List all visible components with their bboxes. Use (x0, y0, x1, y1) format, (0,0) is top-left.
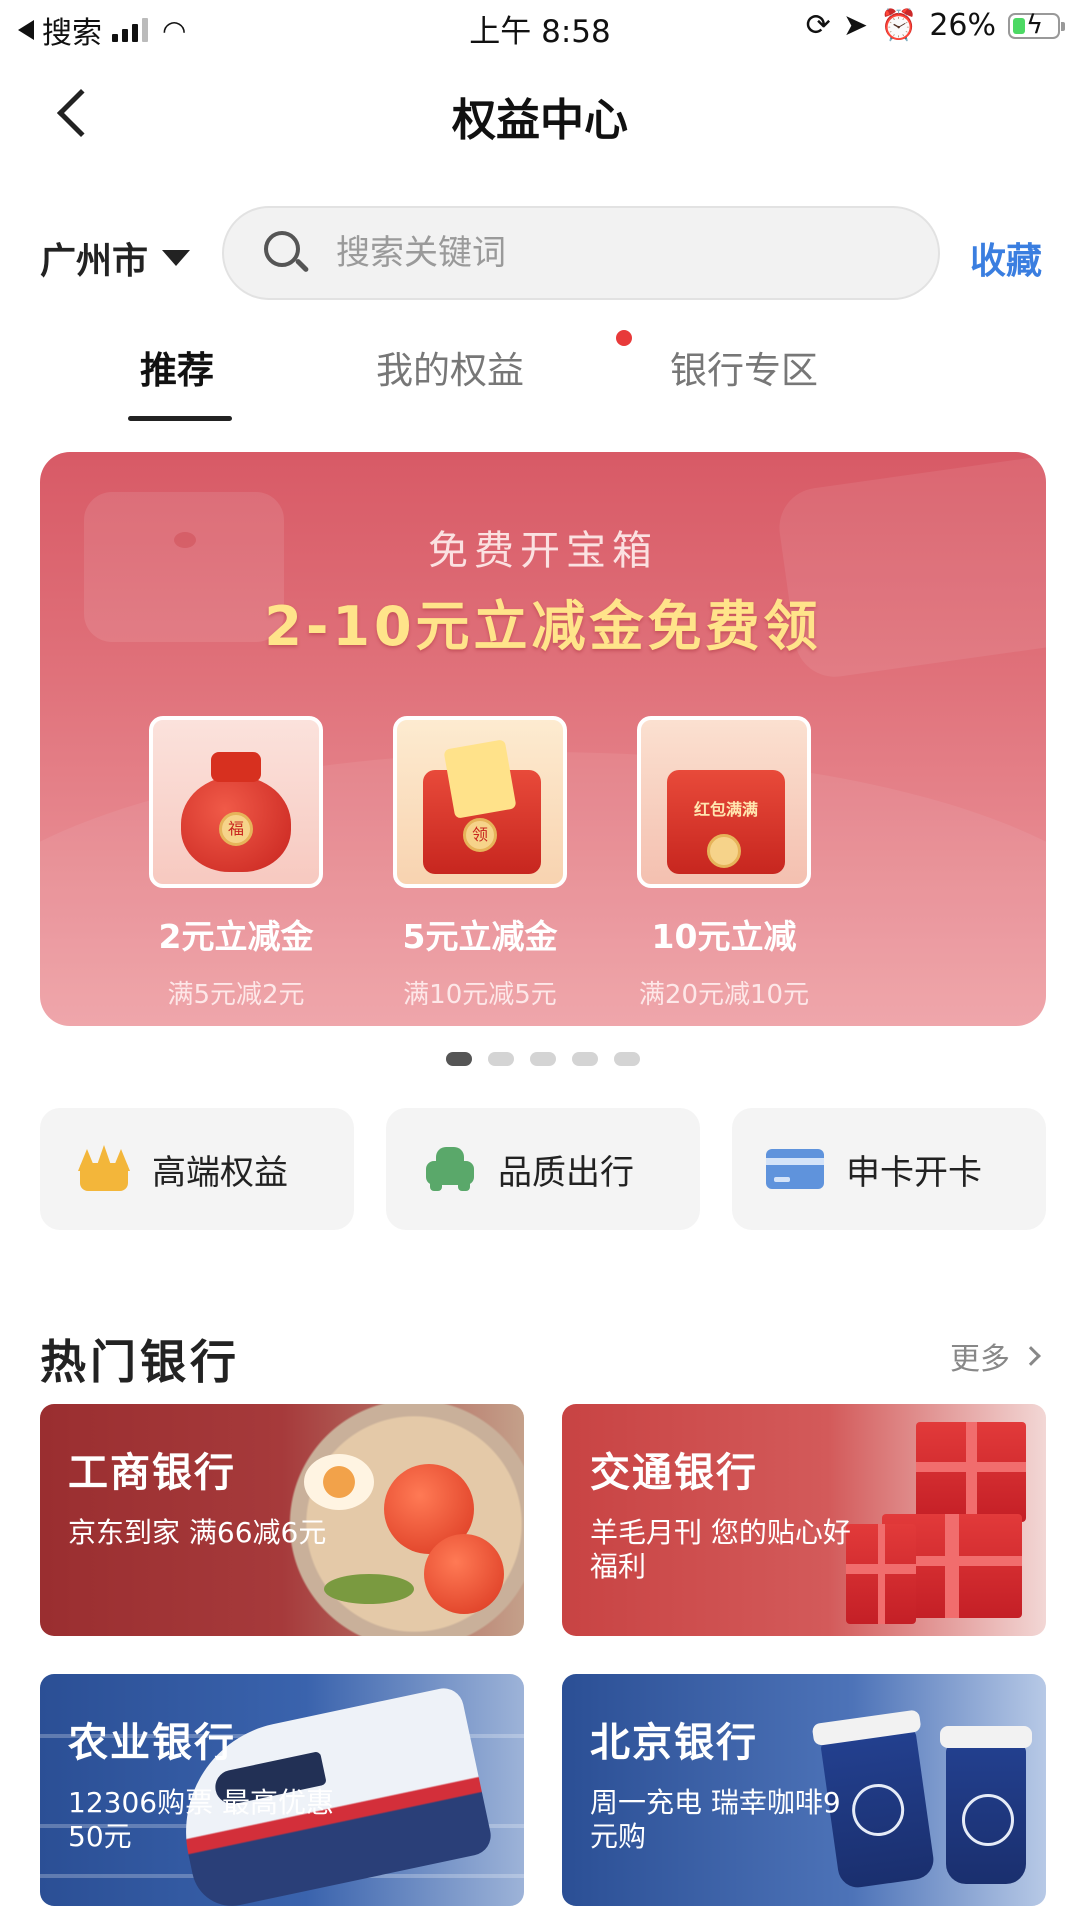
banner-headline: 2-10元立减金免费领 (264, 595, 822, 658)
city-selector[interactable]: 广州市 (40, 232, 191, 284)
tab-bar: 推荐 我的权益 银行专区 (0, 330, 1080, 430)
status-bar: 搜索 ◠ 上午 8:58 ⟳ ➤ ⏰ 26% ϟ (0, 0, 1080, 54)
quick-entry-travel[interactable]: 品质出行 (386, 1108, 700, 1230)
gift-box-image (916, 1422, 1026, 1522)
battery-icon: ϟ (1008, 10, 1065, 40)
bank-name: 农业银行 (68, 1720, 236, 1766)
bank-card-icbc[interactable]: 工商银行 京东到家 满66减6元 (40, 1404, 524, 1636)
pager-dot[interactable] (614, 1052, 640, 1066)
more-link[interactable]: 更多 (950, 1334, 1041, 1378)
alarm-icon: ⏰ (879, 8, 918, 43)
page-title: 权益中心 (452, 95, 628, 146)
search-box[interactable] (222, 206, 940, 300)
tab-recommend[interactable]: 推荐 (140, 340, 214, 394)
bank-desc: 12306购票 最高优惠50元 (68, 1786, 334, 1853)
coupon-condition: 满5元减2元 (167, 980, 305, 1010)
caret-down-icon (162, 250, 191, 266)
bank-desc: 周一充电 瑞幸咖啡9元购 (590, 1786, 841, 1853)
car-icon (424, 1147, 476, 1191)
banner-pager (446, 1052, 640, 1066)
coupon-condition: 满10元减5元 (403, 980, 557, 1010)
active-tab-indicator (128, 416, 232, 421)
bank-desc: 京东到家 满66减6元 (68, 1516, 327, 1549)
quick-entry-premium[interactable]: 高端权益 (40, 1108, 354, 1230)
quick-entry-label: 品质出行 (498, 1152, 634, 1193)
coupon-name: 5元立减金 (402, 917, 558, 956)
pager-dot[interactable] (446, 1052, 472, 1066)
coupon-name: 10元立减 (651, 917, 797, 956)
bank-name: 交通银行 (590, 1450, 758, 1496)
location-icon: ➤ (842, 8, 868, 43)
bank-name: 北京银行 (590, 1720, 758, 1766)
coupon-item[interactable]: 红包满满 10元立减 满20元减10元 (604, 716, 844, 1011)
bank-desc: 羊毛月刊 您的贴心好福利 (590, 1516, 851, 1583)
battery-percent: 26% (929, 8, 996, 43)
search-row: 广州市 收藏 (0, 206, 1080, 302)
section-title: 热门银行 (40, 1335, 240, 1389)
quick-entry-card[interactable]: 申卡开卡 (732, 1108, 1046, 1230)
promo-banner[interactable]: 免费开宝箱 2-10元立减金免费领 福 2元立减金 满5元减2元 领 5元立减金… (40, 452, 1046, 1026)
tab-bank-zone[interactable]: 银行专区 (670, 340, 818, 394)
city-label: 广州市 (40, 241, 149, 282)
red-packet-image: 红包满满 (637, 716, 811, 888)
lucky-bag-image: 福 (149, 716, 323, 888)
bank-card-abc[interactable]: 农业银行 12306购票 最高优惠50元 (40, 1674, 524, 1906)
search-input[interactable] (336, 233, 896, 273)
bank-card-bocom[interactable]: 交通银行 羊毛月刊 您的贴心好福利 (562, 1404, 1046, 1636)
more-label: 更多 (950, 1342, 1010, 1377)
nav-header: 权益中心 (0, 70, 1080, 154)
coupon-item[interactable]: 领 5元立减金 满10元减5元 (360, 716, 600, 1011)
coupon-item[interactable]: 福 2元立减金 满5元减2元 (116, 716, 356, 1011)
notification-dot (616, 330, 632, 346)
bank-card-bob[interactable]: 北京银行 周一充电 瑞幸咖啡9元购 (562, 1674, 1046, 1906)
pager-dot[interactable] (572, 1052, 598, 1066)
quick-entry-label: 高端权益 (152, 1152, 288, 1193)
chevron-right-icon (1021, 1346, 1041, 1366)
crown-icon (78, 1145, 130, 1191)
favorite-link[interactable]: 收藏 (970, 232, 1042, 284)
bank-name: 工商银行 (68, 1450, 236, 1496)
banner-subtitle: 免费开宝箱 (428, 528, 658, 574)
card-icon (766, 1149, 824, 1189)
rotation-lock-icon: ⟳ (805, 8, 831, 43)
quick-entry-label: 申卡开卡 (846, 1152, 982, 1193)
red-envelope-image: 领 (393, 716, 567, 888)
search-icon (264, 231, 310, 275)
coupon-condition: 满20元减10元 (638, 980, 810, 1010)
pager-dot[interactable] (530, 1052, 556, 1066)
coupon-name: 2元立减金 (158, 917, 314, 956)
status-right: ⟳ ➤ ⏰ 26% ϟ (805, 8, 1065, 43)
pager-dot[interactable] (488, 1052, 514, 1066)
tab-my-benefits[interactable]: 我的权益 (376, 340, 524, 394)
